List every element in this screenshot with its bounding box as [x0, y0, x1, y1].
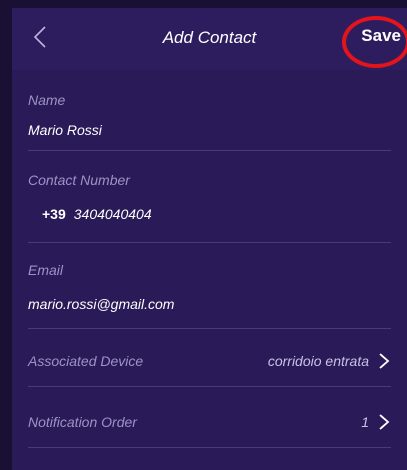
name-input[interactable]: Mario Rossi [28, 122, 102, 138]
name-field[interactable]: Name Mario Rossi [28, 84, 391, 151]
associated-device-label: Associated Device [28, 353, 144, 369]
notification-order-label: Notification Order [28, 414, 137, 430]
chevron-right-icon [379, 353, 390, 369]
chevron-right-icon [379, 414, 390, 430]
country-code-prefix[interactable]: +39 [42, 206, 66, 222]
contact-number-field[interactable]: Contact Number +39 3404040404 [28, 164, 391, 243]
email-field[interactable]: Email mario.rossi@gmail.com [28, 254, 391, 329]
add-contact-screen: Add Contact Save Name Mario Rossi Contac… [12, 8, 407, 470]
phone-number-value: 3404040404 [73, 206, 152, 222]
notification-order-value: 1 [361, 414, 369, 430]
contact-number-label: Contact Number [28, 172, 130, 188]
name-label: Name [28, 92, 66, 108]
email-input[interactable]: mario.rossi@gmail.com [28, 296, 174, 312]
notification-order-row[interactable]: Notification Order 1 [28, 414, 391, 448]
save-highlight-circle [342, 16, 407, 68]
contact-number-input[interactable]: +39 3404040404 [42, 206, 152, 222]
associated-device-row[interactable]: Associated Device corridoio entrata [28, 353, 391, 387]
associated-device-value: corridoio entrata [267, 353, 369, 369]
email-label: Email [28, 262, 64, 278]
